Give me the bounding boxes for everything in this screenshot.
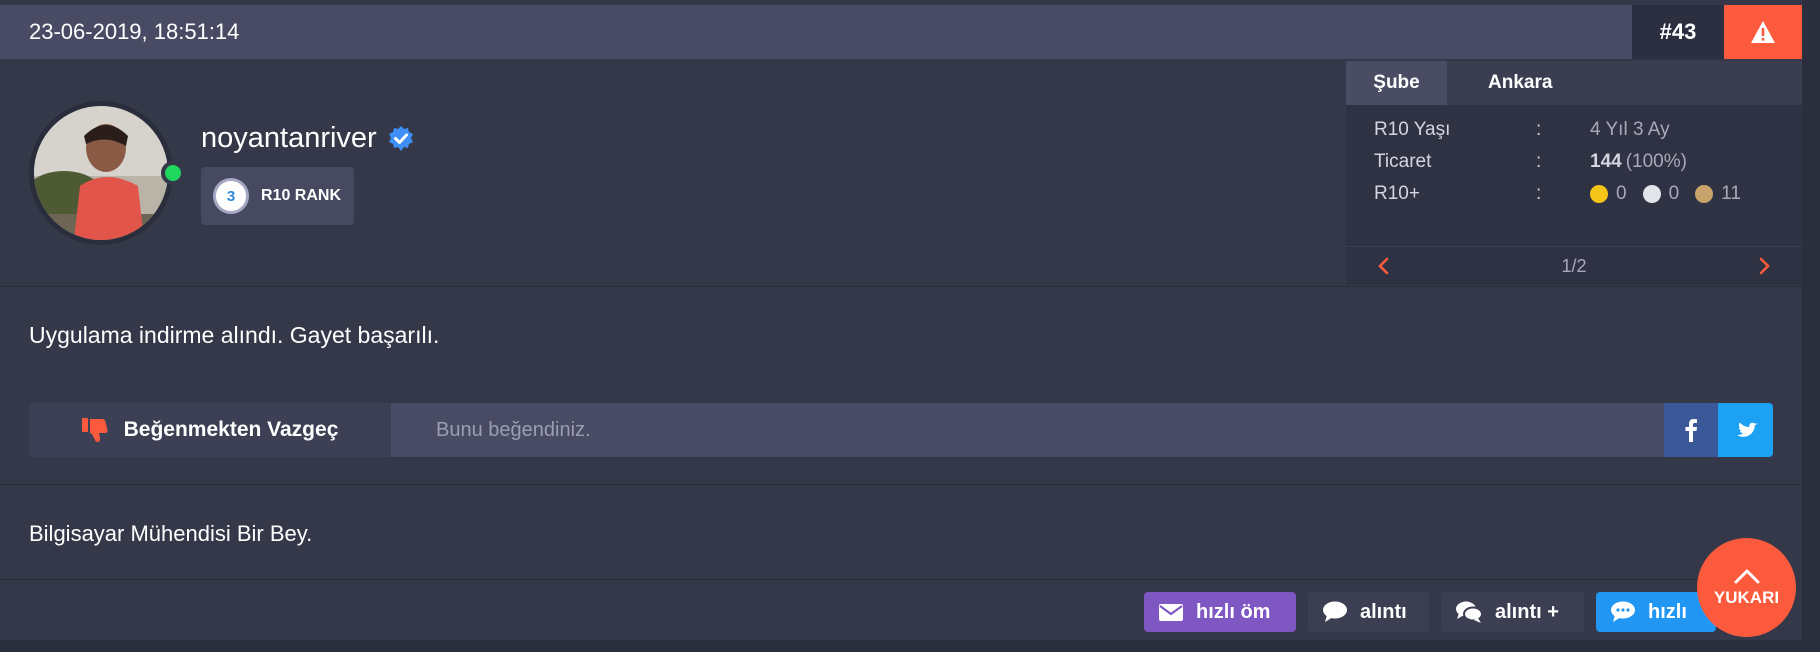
trade-count: 144: [1590, 151, 1622, 172]
info-row-age: R10 Yaşı : 4 Yıl 3 Ay: [1374, 115, 1794, 145]
pager-text: 1/2: [1561, 256, 1587, 276]
verified-badge-icon: [387, 125, 415, 153]
like-info-text: Bunu beğendiniz.: [391, 403, 1664, 457]
chevron-left-icon: [1378, 257, 1389, 275]
info-key: Ticaret: [1374, 151, 1432, 172]
info-pager: 1/2: [1346, 246, 1802, 285]
tab-sube[interactable]: Şube: [1346, 61, 1447, 105]
quick-pm-button[interactable]: hızlı öm: [1144, 592, 1296, 632]
rank-label: R10 RANK: [261, 187, 342, 204]
facebook-icon: [1685, 419, 1697, 442]
silver-coin-icon: [1642, 185, 1661, 203]
quote-label: alıntı: [1360, 600, 1407, 623]
avatar-image: [34, 106, 168, 240]
info-key: R10+: [1374, 183, 1420, 204]
info-colon: :: [1536, 151, 1542, 172]
bronze-coin-icon: [1695, 185, 1714, 203]
avatar[interactable]: [29, 101, 173, 245]
trade-percent: (100%): [1625, 151, 1687, 172]
username-row: noyantanriver: [201, 122, 415, 155]
share-twitter-button[interactable]: [1718, 403, 1773, 457]
info-row-trade: Ticaret : 144 (100%): [1374, 147, 1794, 177]
user-info-panel: Şube Ankara R10 Yaşı : 4 Yıl 3 Ay Ticare…: [1346, 61, 1802, 285]
bronze-count: 11: [1721, 183, 1741, 204]
comment-dots-icon: [1611, 601, 1635, 622]
rank-level: 3: [213, 178, 249, 214]
comments-icon: [1456, 601, 1483, 623]
gold-count: 0: [1616, 183, 1627, 204]
post-number-link[interactable]: #43: [1632, 5, 1724, 59]
thumbs-down-icon: [81, 418, 108, 442]
info-value: 4 Yıl 3 Ay: [1590, 119, 1670, 140]
tab-value-city: Ankara: [1488, 72, 1553, 93]
share-facebook-button[interactable]: [1664, 403, 1718, 457]
info-tabs: Şube Ankara: [1346, 61, 1802, 105]
info-value: 0 0 11: [1590, 179, 1741, 209]
info-key: R10 Yaşı: [1374, 119, 1451, 140]
username-link[interactable]: noyantanriver: [201, 122, 377, 155]
chevron-right-icon: [1759, 257, 1770, 275]
quick-reply-label: hızlı: [1648, 600, 1687, 623]
chevron-up-icon: [1734, 569, 1759, 583]
unlike-label: Beğenmekten Vazgeç: [123, 418, 339, 441]
like-bar: Beğenmekten Vazgeç Bunu beğendiniz.: [29, 403, 1773, 457]
scroll-to-top-button[interactable]: YUKARI: [1697, 538, 1796, 637]
post-header: 23-06-2019, 18:51:14 #43: [0, 5, 1802, 59]
report-button[interactable]: [1724, 5, 1802, 59]
unlike-button[interactable]: Beğenmekten Vazgeç: [29, 403, 391, 457]
gold-coin-icon: [1590, 185, 1608, 203]
divider: [0, 579, 1802, 580]
multi-quote-label: alıntı +: [1495, 600, 1559, 623]
info-colon: :: [1536, 119, 1542, 140]
warning-icon: [1751, 21, 1775, 43]
post-message: Uygulama indirme alındı. Gayet başarılı.: [29, 322, 440, 348]
scroll-to-top-label: YUKARI: [1713, 587, 1780, 607]
info-row-r10plus: R10+ : 0 0 11: [1374, 179, 1794, 209]
twitter-icon: [1736, 422, 1757, 437]
multi-quote-button[interactable]: alıntı +: [1441, 592, 1584, 632]
divider: [0, 484, 1802, 485]
envelope-icon: [1159, 604, 1183, 621]
info-value: 144 (100%): [1590, 147, 1687, 177]
pager-next-button[interactable]: [1750, 251, 1780, 281]
user-signature: Bilgisayar Mühendisi Bir Bey.: [29, 521, 313, 546]
pager-prev-button[interactable]: [1368, 251, 1398, 281]
quick-pm-label: hızlı öm: [1196, 600, 1271, 623]
comment-icon: [1323, 601, 1347, 622]
forum-post: 23-06-2019, 18:51:14 #43 noyantanriver 3…: [0, 0, 1802, 640]
quote-button[interactable]: alıntı: [1308, 592, 1429, 632]
post-date: 23-06-2019, 18:51:14: [29, 19, 240, 44]
silver-count: 0: [1668, 183, 1680, 204]
online-status-dot: [161, 161, 185, 185]
info-colon: :: [1536, 183, 1542, 204]
divider: [0, 286, 1802, 287]
rank-badge[interactable]: 3 R10 RANK: [201, 167, 354, 225]
